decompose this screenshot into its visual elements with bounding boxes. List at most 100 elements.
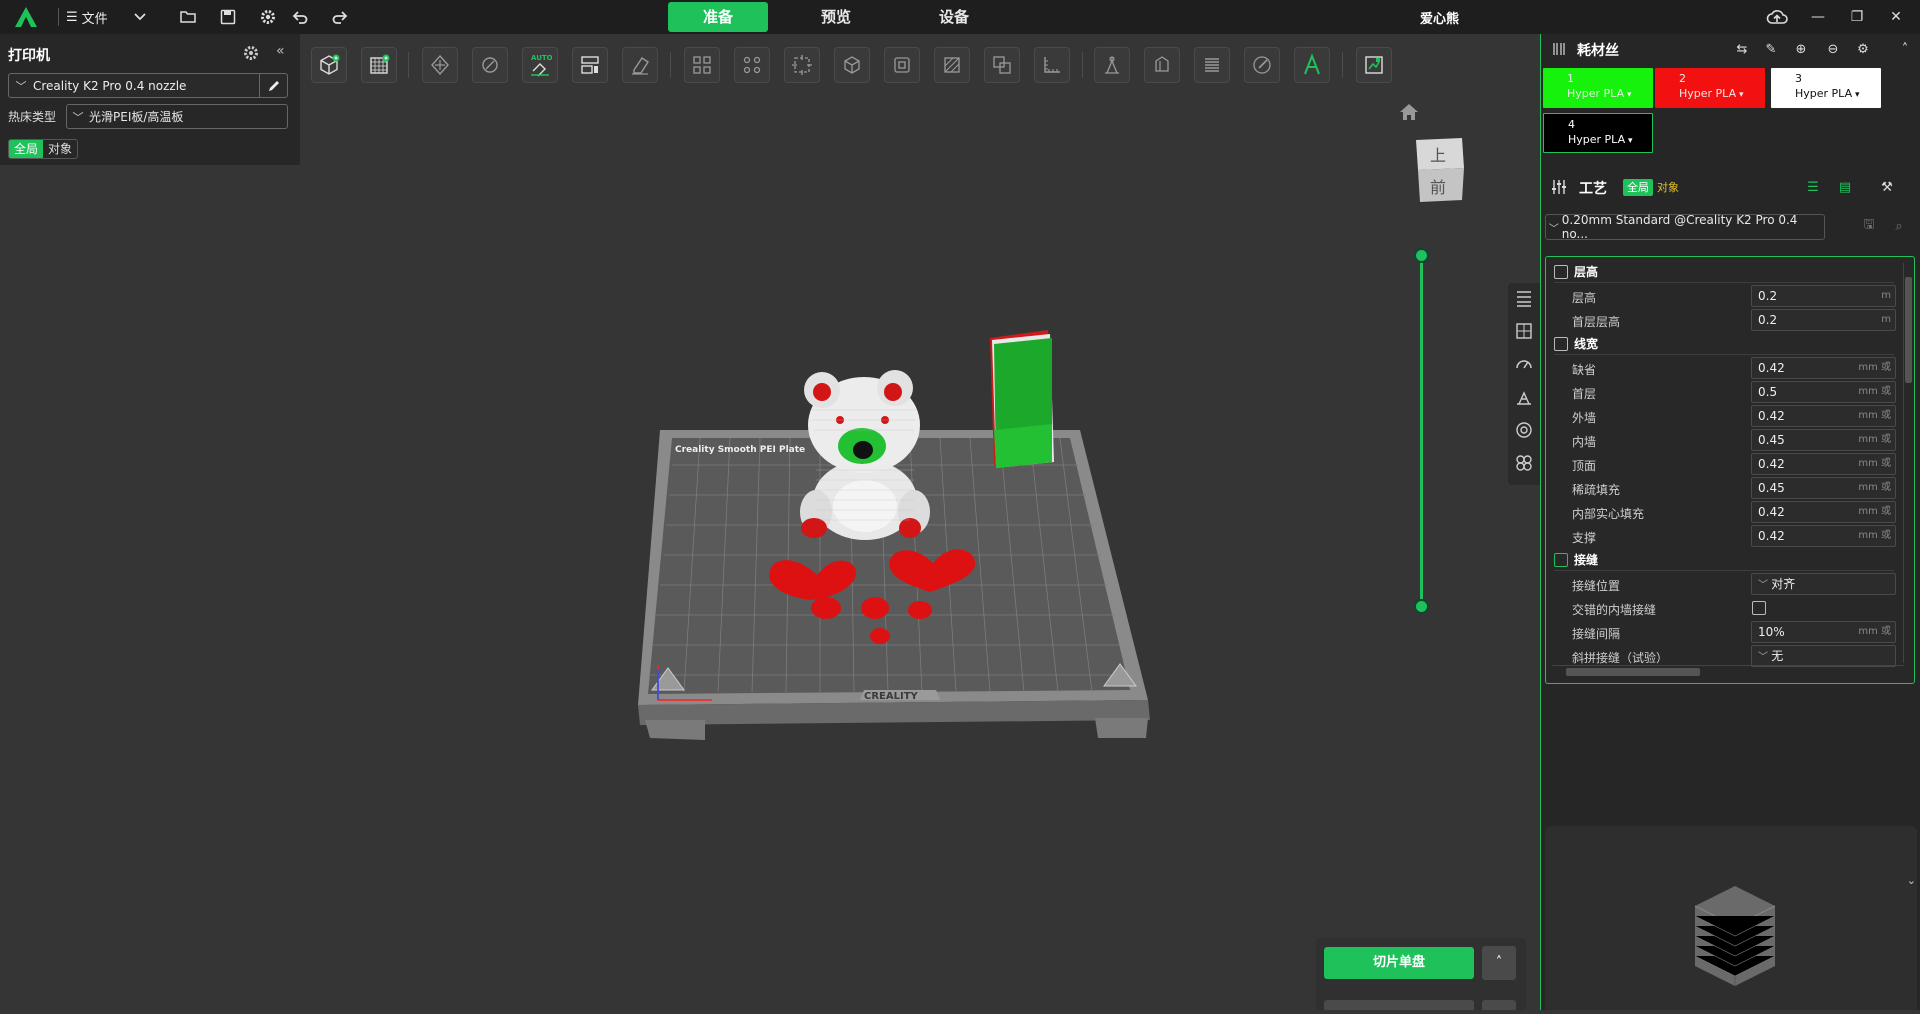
- multi-material-tool[interactable]: [1508, 448, 1540, 478]
- bed-type-select[interactable]: ﹀ 光滑PEI板/高温板: [66, 104, 288, 129]
- add-filament-icon[interactable]: ⊕: [1793, 41, 1809, 57]
- scrollbar-thumb[interactable]: [1905, 277, 1912, 383]
- section-layer-height[interactable]: 层高: [1554, 261, 1894, 283]
- lay-on-face-button[interactable]: [934, 47, 970, 83]
- chevron-double-down-icon[interactable]: ⌄: [1907, 874, 1916, 887]
- auto-orient-button[interactable]: [472, 47, 508, 83]
- option-input[interactable]: 0.2 m: [1751, 285, 1896, 307]
- option-input[interactable]: 10% mm 或: [1751, 621, 1896, 643]
- home-view-icon[interactable]: [1398, 102, 1420, 122]
- scope-object-button[interactable]: 对象: [43, 140, 77, 158]
- search-icon[interactable]: ⌕: [1891, 218, 1907, 234]
- filament-edit-icon[interactable]: ✎: [1763, 41, 1779, 57]
- split-parts-button[interactable]: [734, 47, 770, 83]
- scrollbar-thumb[interactable]: [1566, 668, 1700, 676]
- undo-icon[interactable]: [290, 7, 310, 27]
- tab-preview[interactable]: 预览: [786, 2, 886, 32]
- option-input[interactable]: 0.2 m: [1751, 309, 1896, 331]
- cut-button[interactable]: [984, 47, 1020, 83]
- add-object-button[interactable]: [311, 47, 347, 83]
- save-icon[interactable]: [218, 7, 238, 27]
- orient-button[interactable]: [422, 47, 458, 83]
- auto-lay-flat-button[interactable]: AUTO: [522, 47, 558, 83]
- split-objects-button[interactable]: [684, 47, 720, 83]
- speed-tool[interactable]: [1508, 349, 1540, 379]
- wrench-icon[interactable]: ⚒: [1879, 179, 1895, 195]
- settings-vertical-scrollbar[interactable]: [1903, 263, 1912, 663]
- view-cube[interactable]: 上 前: [1412, 134, 1466, 206]
- list-view-icon[interactable]: ☰: [1805, 179, 1821, 195]
- support-tool[interactable]: [1508, 382, 1540, 412]
- file-menu[interactable]: ☰ 文件: [66, 7, 108, 27]
- 3d-viewport[interactable]: CREALITY Creality Smooth PEI Plate: [300, 90, 1540, 1010]
- settings-list[interactable]: 层高 层高 0.2 m 首层层高 0.2 m 线宽 缺省 0.42 mm 或 首层 0…: [1545, 256, 1915, 684]
- settings-gear-icon[interactable]: [258, 7, 278, 27]
- erase-button[interactable]: [622, 47, 658, 83]
- option-input[interactable]: 0.42 mm 或: [1751, 453, 1896, 475]
- open-folder-icon[interactable]: [178, 7, 198, 27]
- restore-icon[interactable]: ❐: [1845, 5, 1869, 29]
- layer-slider[interactable]: [1420, 255, 1423, 607]
- color-paint-button[interactable]: [1244, 47, 1280, 83]
- remove-filament-icon[interactable]: ⊖: [1825, 41, 1841, 57]
- settings-horizontal-scrollbar[interactable]: [1552, 665, 1904, 677]
- text-tool-button[interactable]: [1294, 47, 1330, 83]
- infill-tool[interactable]: [1508, 316, 1540, 346]
- export-options-button[interactable]: [1482, 1000, 1516, 1010]
- scope-global-button[interactable]: 全局: [9, 140, 44, 158]
- export-button[interactable]: [1324, 1000, 1474, 1010]
- slice-plate-button[interactable]: 切片单盘: [1324, 947, 1474, 979]
- scale-button[interactable]: [884, 47, 920, 83]
- staggered-inner-seams-checkbox[interactable]: [1752, 601, 1766, 615]
- option-input[interactable]: 0.42 mm 或: [1751, 525, 1896, 547]
- move-button[interactable]: [784, 47, 820, 83]
- section-seam[interactable]: 接缝: [1554, 549, 1894, 571]
- app-logo-icon[interactable]: [14, 6, 38, 28]
- seam-position-select[interactable]: ﹀ 对齐: [1751, 573, 1896, 595]
- scarf-seam-select[interactable]: ﹀ 无: [1751, 645, 1896, 667]
- arrange-button[interactable]: [572, 47, 608, 83]
- layer-slider-top-handle[interactable]: [1414, 248, 1429, 263]
- layer-height-tool[interactable]: [1508, 283, 1540, 313]
- close-icon[interactable]: ✕: [1884, 5, 1908, 29]
- layer-range-button[interactable]: [1194, 47, 1230, 83]
- measure-button[interactable]: [1034, 47, 1070, 83]
- support-paint-button[interactable]: [1094, 47, 1130, 83]
- tab-device[interactable]: 设备: [904, 2, 1004, 32]
- filament-slot-2[interactable]: 2 Hyper PLA: [1655, 68, 1765, 108]
- chevron-down-icon[interactable]: [130, 7, 150, 27]
- save-preset-icon[interactable]: 🖫: [1861, 217, 1877, 234]
- filament-slot-1[interactable]: 1 Hyper PLA: [1543, 68, 1653, 108]
- process-scope-object[interactable]: 对象: [1653, 179, 1683, 196]
- process-preset-select[interactable]: ﹀ 0.20mm Standard @Creality K2 Pro 0.4 n…: [1545, 213, 1825, 241]
- redo-icon[interactable]: [330, 7, 350, 27]
- brim-tool[interactable]: [1508, 415, 1540, 445]
- process-scope-global[interactable]: 全局: [1623, 179, 1653, 196]
- printer-select[interactable]: ﹀ Creality K2 Pro 0.4 nozzle: [8, 73, 288, 98]
- minimize-icon[interactable]: —: [1806, 5, 1830, 29]
- filament-slot-4[interactable]: 4 Hyper PLA: [1543, 113, 1653, 153]
- tab-prepare[interactable]: 准备: [668, 2, 768, 32]
- rotate-button[interactable]: [834, 47, 870, 83]
- assembly-view-button[interactable]: [1356, 47, 1392, 83]
- option-input[interactable]: 0.45 mm 或: [1751, 477, 1896, 499]
- option-input[interactable]: 0.42 mm 或: [1751, 405, 1896, 427]
- edit-printer-icon[interactable]: [259, 74, 287, 97]
- compare-view-icon[interactable]: ▤: [1837, 179, 1853, 195]
- collapse-panel-icon[interactable]: «: [276, 43, 285, 59]
- option-input[interactable]: 0.5 mm 或: [1751, 381, 1896, 403]
- filament-settings-gear-icon[interactable]: ⚙: [1855, 41, 1871, 57]
- option-input[interactable]: 0.45 mm 或: [1751, 429, 1896, 451]
- add-plate-button[interactable]: [361, 47, 397, 83]
- plate-thumbnail-icon[interactable]: [1545, 826, 1917, 1010]
- seam-paint-button[interactable]: [1144, 47, 1180, 83]
- filament-sync-icon[interactable]: ⇆: [1734, 41, 1750, 57]
- option-input[interactable]: 0.42 mm 或: [1751, 501, 1896, 523]
- layer-slider-bottom-handle[interactable]: [1414, 599, 1429, 614]
- option-input[interactable]: 0.42 mm 或: [1751, 357, 1896, 379]
- section-line-width[interactable]: 线宽: [1554, 333, 1894, 355]
- prime-tower[interactable]: [990, 330, 1054, 468]
- filament-slot-3[interactable]: 3 Hyper PLA: [1771, 68, 1881, 108]
- chevron-up-icon[interactable]: ˄: [1897, 41, 1913, 57]
- cloud-upload-icon[interactable]: [1765, 5, 1789, 29]
